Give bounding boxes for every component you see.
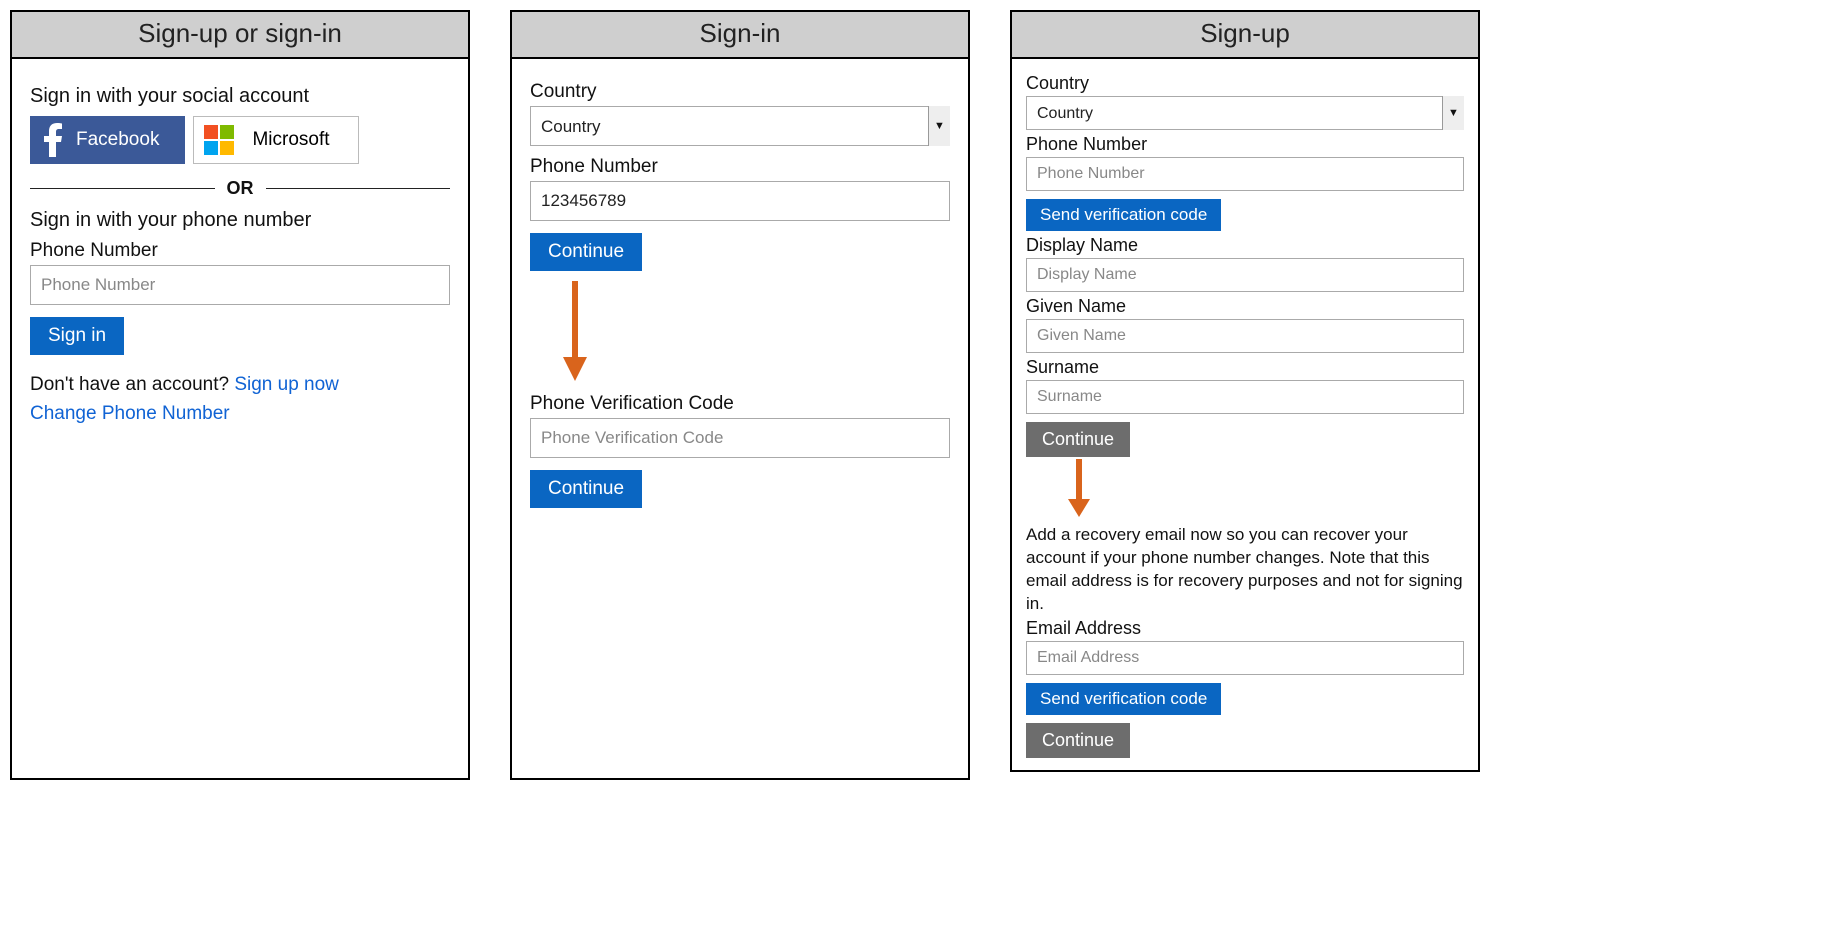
phone-label: Phone Number [30,240,450,262]
surname-label: Surname [1026,357,1464,378]
signup-or-signin-panel: Sign-up or sign-in Sign in with your soc… [10,10,470,780]
panel-title: Sign-up [1012,12,1478,59]
phone-label: Phone Number [1026,134,1464,155]
displayname-input[interactable] [1026,258,1464,292]
verify-code-input[interactable] [530,418,950,458]
account-prompt: Don't have an account? Sign up now Chang… [30,371,450,428]
recovery-text: Add a recovery email now so you can reco… [1026,524,1464,616]
change-phone-link[interactable]: Change Phone Number [30,403,230,424]
country-select[interactable]: Country [530,106,950,146]
signin-panel: Sign-in Country Country ▼ Phone Number C… [510,10,970,780]
country-select-wrap: Country ▼ [530,106,950,146]
microsoft-icon [204,125,234,155]
signin-button[interactable]: Sign in [30,317,124,355]
facebook-button[interactable]: Facebook [30,116,185,164]
phone-input[interactable] [530,181,950,221]
no-account-text: Don't have an account? [30,374,234,395]
or-text: OR [227,178,254,199]
email-input[interactable] [1026,641,1464,675]
social-heading: Sign in with your social account [30,85,450,108]
country-label: Country [1026,73,1464,94]
email-label: Email Address [1026,618,1464,639]
country-select-wrap: Country ▼ [1026,96,1464,130]
facebook-label: Facebook [76,129,159,151]
signup-panel: Sign-up Country Country ▼ Phone Number S… [1010,10,1480,772]
signup-now-link[interactable]: Sign up now [234,374,339,395]
phone-heading: Sign in with your phone number [30,209,450,232]
or-divider: OR [30,178,450,199]
microsoft-label: Microsoft [252,129,329,151]
continue-button-1[interactable]: Continue [1026,422,1130,457]
surname-input[interactable] [1026,380,1464,414]
panel-title: Sign-up or sign-in [12,12,468,59]
panel-body: Sign in with your social account Faceboo… [12,59,468,778]
country-label: Country [530,81,950,103]
displayname-label: Display Name [1026,235,1464,256]
send-code-button[interactable]: Send verification code [1026,199,1221,231]
phone-input[interactable] [1026,157,1464,191]
verify-label: Phone Verification Code [530,393,950,415]
panel-body: Country Country ▼ Phone Number Send veri… [1012,59,1478,770]
continue-button-2[interactable]: Continue [1026,723,1130,758]
givenname-input[interactable] [1026,319,1464,353]
panel-body: Country Country ▼ Phone Number Continue … [512,59,968,778]
continue-button-2[interactable]: Continue [530,470,642,508]
social-buttons-row: Facebook Microsoft [30,116,450,164]
arrow-down-icon [560,281,950,387]
phone-label: Phone Number [530,156,950,178]
microsoft-button[interactable]: Microsoft [193,116,358,164]
phone-input[interactable] [30,265,450,305]
givenname-label: Given Name [1026,296,1464,317]
continue-button-1[interactable]: Continue [530,233,642,271]
arrow-down-icon [1066,459,1464,522]
facebook-icon [30,123,76,157]
country-select[interactable]: Country [1026,96,1464,130]
send-code-button-2[interactable]: Send verification code [1026,683,1221,715]
panel-title: Sign-in [512,12,968,59]
